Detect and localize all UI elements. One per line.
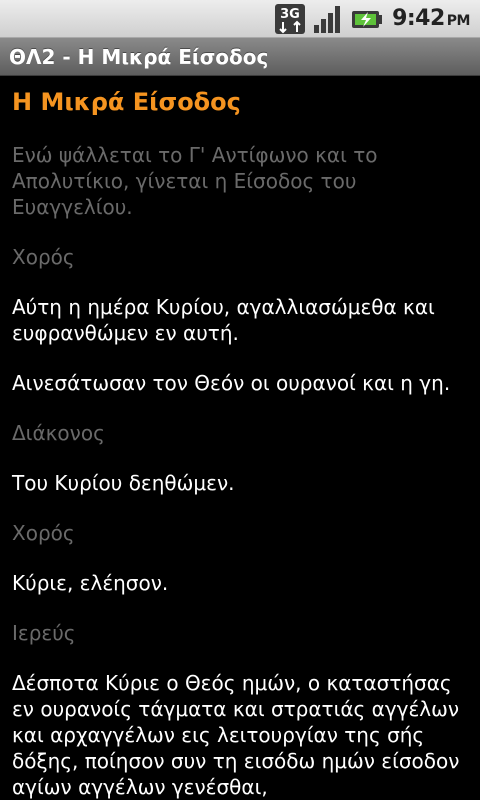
status-bar: 3G 9:42 PM <box>0 0 480 38</box>
signal-strength-icon <box>312 3 344 35</box>
clock: 9:42 PM <box>392 6 470 31</box>
speaker-label: Ιερεύς <box>12 621 76 645</box>
rubric-text: Ενώ ψάλλεται το Γ' Αντίφωνο και το Απολυ… <box>12 143 378 219</box>
title-bar: ΘΛ2 - Η Μικρά Είσοδος <box>0 38 480 76</box>
prayer-text: Δέσποτα Κύριε ο Θεός ημών, ο καταστήσας … <box>12 671 460 799</box>
speaker-label: Χορός <box>12 521 75 545</box>
section-heading: Η Μικρά Είσοδος <box>12 88 241 116</box>
liturgy-text-scroll[interactable]: Η Μικρά Είσοδος Ενώ ψάλλεται το Γ' Αντίφ… <box>0 76 480 800</box>
prayer-text: Κύριε, ελέησον. <box>12 571 169 595</box>
app-title: ΘΛ2 - Η Μικρά Είσοδος <box>9 44 269 69</box>
speaker-label: Χορός <box>12 245 75 269</box>
clock-time: 9:42 <box>392 6 445 31</box>
speaker-label: Διάκονος <box>12 421 105 445</box>
3g-data-icon: 3G <box>274 3 306 35</box>
clock-ampm: PM <box>446 13 471 29</box>
battery-charging-icon <box>350 3 384 35</box>
prayer-text: Αινεσάτωσαν τον Θεόν οι ουρανοί και η γη… <box>12 371 451 395</box>
svg-text:3G: 3G <box>280 7 300 22</box>
prayer-text: Του Κυρίου δεηθώμεν. <box>12 471 235 495</box>
prayer-text: Αύτη η ημέρα Κυρίου, αγαλλιασώμεθα και ε… <box>12 295 435 345</box>
